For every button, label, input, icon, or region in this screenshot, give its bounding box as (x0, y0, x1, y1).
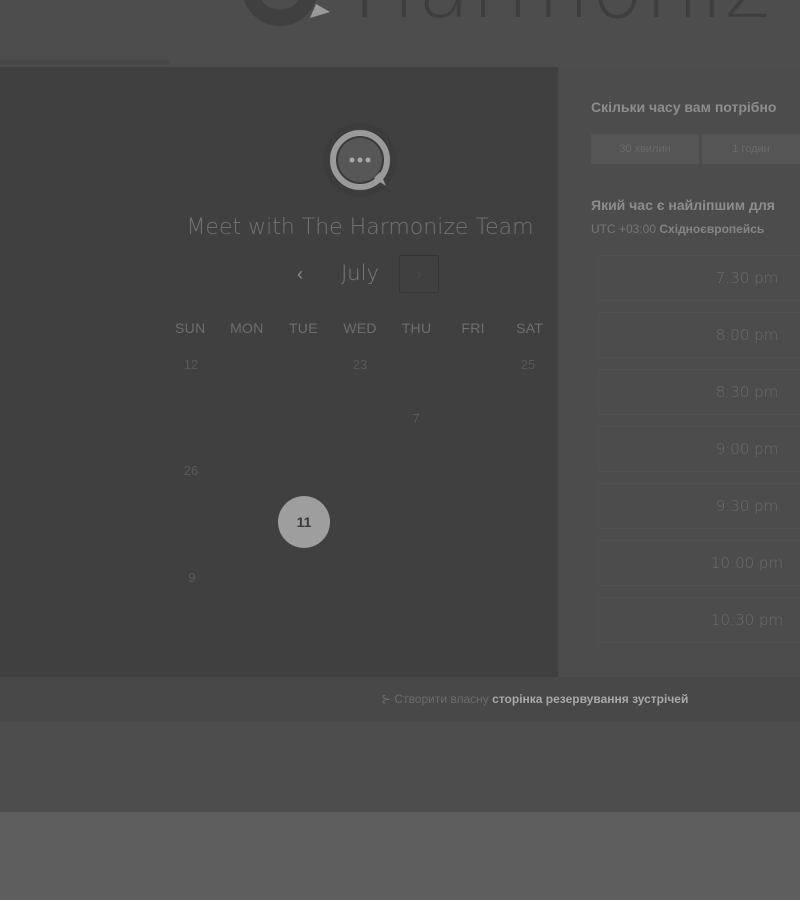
timezone-name: Східноєвропейсь (659, 222, 765, 236)
time-slot[interactable]: 10:30 pm (598, 597, 800, 643)
time-slot[interactable]: 9:00 pm (598, 426, 800, 472)
weekday-fri: FRI (461, 320, 485, 336)
timezone-offset: UTC +03:00 (591, 222, 657, 236)
weekday-tue: TUE (288, 320, 318, 336)
weekday-sun: SUN (175, 320, 206, 336)
duration-option-1-hour[interactable]: 1 годин (702, 134, 800, 164)
harmonize-logo: Harmoniz (240, 0, 771, 31)
timezone-label[interactable]: UTC +03:00 Східноєвропейсь (591, 222, 764, 236)
logo-text: Harmoniz (352, 0, 771, 31)
calendar-day[interactable]: 7 (396, 411, 436, 426)
calendar-day-selected[interactable]: 11 (278, 496, 330, 548)
footer-prefix: Створити власну (394, 692, 489, 706)
harmonize-logo-icon (240, 0, 332, 28)
time-question: Який час є найліпшим для (591, 197, 775, 213)
duration-question: Скільки часу вам потрібно (591, 99, 777, 115)
weekday-wed: WED (343, 320, 377, 336)
page-lower-band (0, 812, 800, 900)
calendar-day[interactable]: 9 (172, 570, 212, 585)
prev-month-button[interactable]: ‹ (289, 262, 311, 286)
meeting-title: Meet with The Harmonize Team (186, 215, 534, 240)
chevron-right-icon: › (416, 266, 422, 283)
harmonize-small-icon: ⊱ (381, 692, 392, 706)
calendar-panel (0, 67, 558, 677)
time-slot[interactable]: 8:00 pm (598, 312, 800, 358)
weekday-sat: SAT (516, 320, 544, 336)
create-booking-page-link[interactable]: ⊱ Створити власну сторінка резервування … (381, 692, 688, 706)
time-slot[interactable]: 7:30 pm (598, 255, 800, 301)
time-slot[interactable]: 9:30 pm (598, 483, 800, 529)
duration-option-30-min[interactable]: 30 хвилин (591, 134, 699, 164)
month-label: July (341, 261, 379, 285)
weekday-mon: MON (230, 320, 264, 336)
next-month-button[interactable]: › (399, 255, 439, 293)
weekday-header: SUN MON TUE WED THU FRI SAT (162, 320, 558, 336)
time-slot[interactable]: 10:00 pm (598, 540, 800, 586)
time-slot[interactable]: 8:30 pm (598, 369, 800, 415)
panel-top-strip (0, 60, 170, 65)
calendar-day[interactable]: 23 (340, 357, 380, 372)
harmonize-avatar-icon (322, 122, 398, 198)
chevron-left-icon: ‹ (297, 264, 303, 284)
weekday-thu: THU (401, 320, 432, 336)
calendar-day[interactable]: 25 (508, 357, 548, 372)
calendar-day[interactable]: 26 (171, 463, 211, 478)
calendar-day[interactable]: 12 (171, 357, 211, 372)
footer-link-text: сторінка резервування зустрічей (492, 692, 689, 706)
